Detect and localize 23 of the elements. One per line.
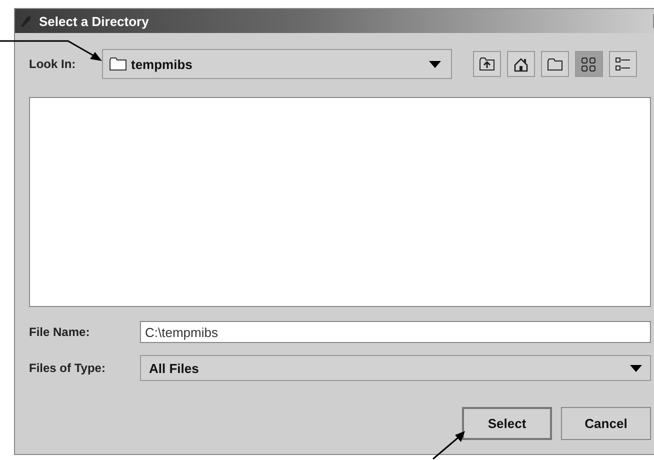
- details-view-icon: [614, 56, 632, 72]
- folder-up-icon: [478, 56, 496, 72]
- toolbar-button[interactable]: [541, 51, 569, 77]
- view-toggle[interactable]: [575, 51, 603, 77]
- folder-icon: [546, 56, 564, 72]
- file-type-dropdown[interactable]: All Files: [140, 355, 651, 381]
- look-in-label: Look In:: [29, 57, 77, 71]
- caret-icon: [630, 364, 642, 372]
- look-in-dropdown[interactable]: tempmibs: [102, 49, 452, 79]
- toolbar-button[interactable]: [507, 51, 535, 77]
- window-title: Select a Directory: [39, 14, 150, 28]
- file-name-field[interactable]: C:\tempmibs: [140, 321, 651, 343]
- folder-icon: [109, 57, 127, 71]
- dialog-button[interactable]: Select: [462, 407, 552, 440]
- file-type-label: Files of Type:: [29, 361, 106, 375]
- view-toggle[interactable]: [609, 51, 637, 77]
- dialog-button[interactable]: Cancel: [561, 407, 651, 440]
- toolbar-button[interactable]: [473, 51, 501, 77]
- annotation-arrow: [432, 430, 466, 460]
- home-icon: [512, 56, 530, 72]
- list-view-icon: [580, 56, 598, 72]
- caret-icon: [429, 60, 441, 68]
- file-name-label: File Name:: [29, 325, 91, 339]
